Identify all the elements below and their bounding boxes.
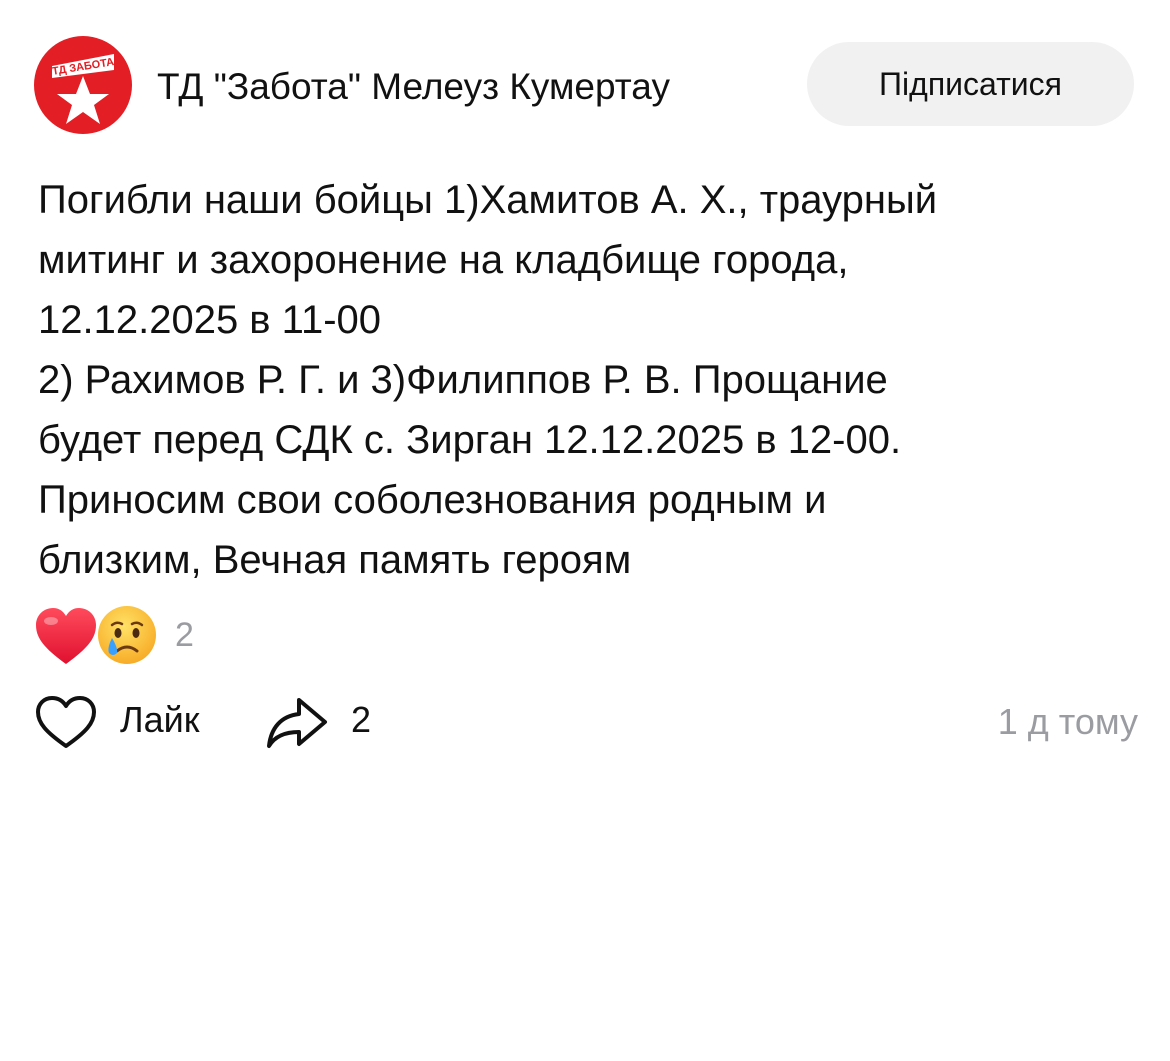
crying-face-icon <box>98 606 156 664</box>
heart-outline-icon <box>36 696 96 748</box>
post-text-line: 2) Рахимов Р. Г. и 3)Филиппов Р. В. Прощ… <box>38 358 888 402</box>
heart-icon <box>36 608 96 664</box>
post-text-line: 12.12.2025 в 11-00 <box>38 298 382 342</box>
post-text-line: будет перед СДК с. Зирган 12.12.2025 в 1… <box>38 418 902 462</box>
post-text: Погибли наши бойцы 1)Хамитов А. Х., трау… <box>38 170 1148 590</box>
brand-logo-icon: ТД ЗАБОТА <box>34 36 132 134</box>
author-name[interactable]: ТД "Забота" Мелеуз Кумертау <box>157 60 782 114</box>
post-header: ТД ЗАБОТА ТД "Забота" Мелеуз Кумертау Пі… <box>0 0 1170 170</box>
avatar[interactable]: ТД ЗАБОТА <box>34 36 132 134</box>
subscribe-button[interactable]: Підписатися <box>807 42 1134 126</box>
post-text-line: митинг и захоронение на кладбище города, <box>38 238 849 282</box>
reactions-summary[interactable]: 2 <box>34 600 334 670</box>
share-button[interactable]: 2 <box>265 690 395 750</box>
share-arrow-icon <box>267 698 327 748</box>
post-text-line: близким, Вечная память героям <box>38 538 632 582</box>
post-actions: Лайк 2 1 д тому <box>0 680 1170 760</box>
post-text-line: Погибли наши бойцы 1)Хамитов А. Х., трау… <box>38 178 938 222</box>
share-count: 2 <box>351 699 372 740</box>
post-text-line: Приносим свои соболезнования родным и <box>38 478 827 522</box>
post-timestamp: 1 д тому <box>997 701 1138 742</box>
reaction-count: 2 <box>175 616 194 654</box>
like-label: Лайк <box>120 699 200 740</box>
like-button[interactable]: Лайк <box>34 690 224 750</box>
post-card: ТД ЗАБОТА ТД "Забота" Мелеуз Кумертау Пі… <box>0 0 1170 1061</box>
